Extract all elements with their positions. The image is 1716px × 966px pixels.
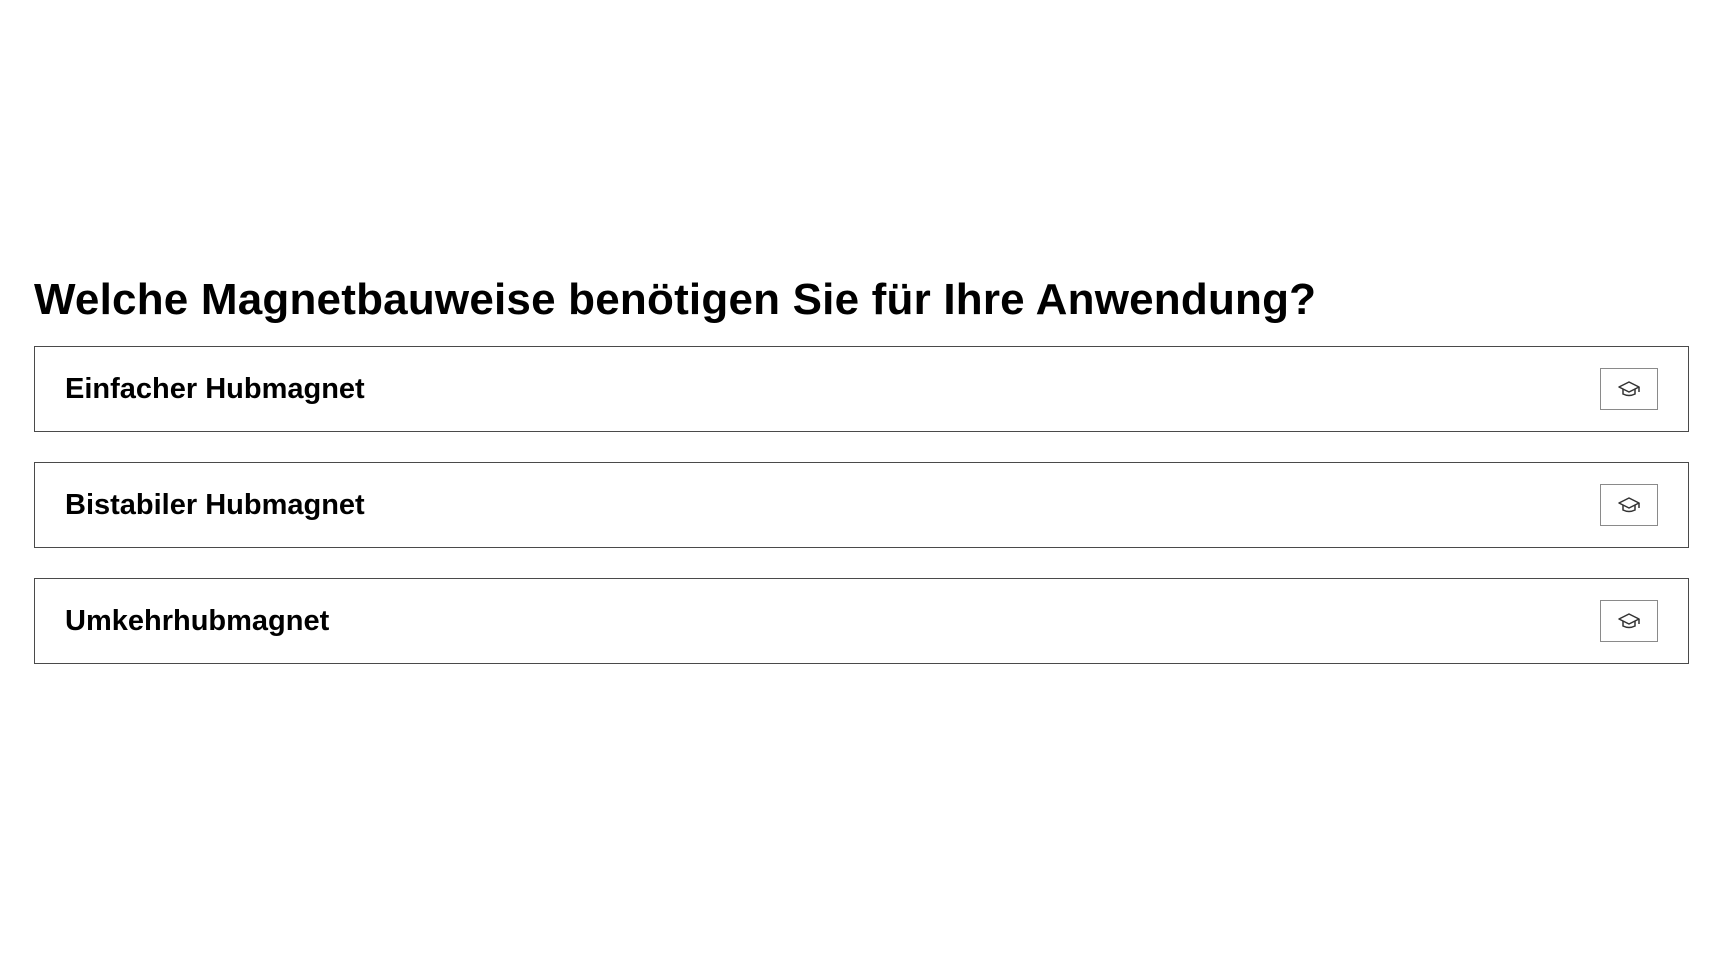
option-bistabiler-hubmagnet[interactable]: Bistabiler Hubmagnet: [34, 462, 1689, 548]
info-button[interactable]: [1600, 484, 1658, 526]
option-umkehrhubmagnet[interactable]: Umkehrhubmagnet: [34, 578, 1689, 664]
option-label: Bistabiler Hubmagnet: [65, 488, 365, 521]
option-label: Umkehrhubmagnet: [65, 604, 330, 637]
option-label: Einfacher Hubmagnet: [65, 372, 365, 405]
info-button[interactable]: [1600, 368, 1658, 410]
option-einfacher-hubmagnet[interactable]: Einfacher Hubmagnet: [34, 346, 1689, 432]
info-button[interactable]: [1600, 600, 1658, 642]
question-section: Welche Magnetbauweise benötigen Sie für …: [34, 272, 1689, 694]
graduation-cap-icon: [1618, 381, 1640, 397]
graduation-cap-icon: [1618, 497, 1640, 513]
graduation-cap-icon: [1618, 613, 1640, 629]
question-title: Welche Magnetbauweise benötigen Sie für …: [34, 275, 1317, 324]
